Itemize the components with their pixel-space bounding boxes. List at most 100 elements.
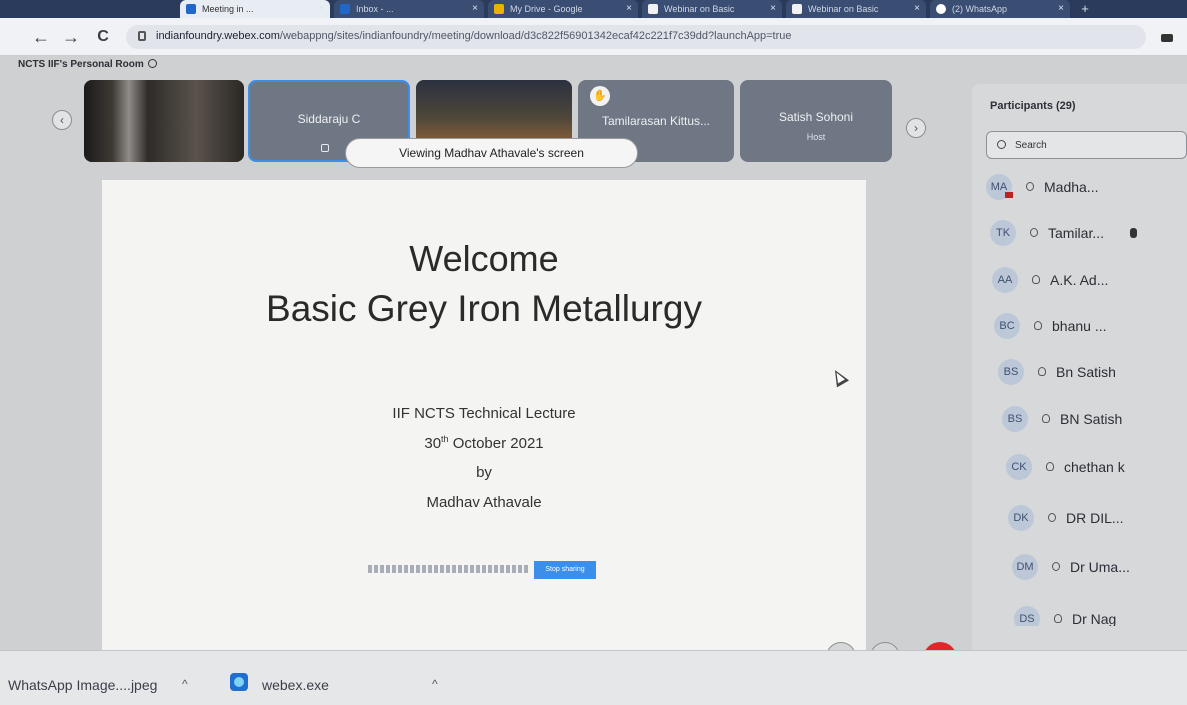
document-icon <box>648 4 658 14</box>
participant-row[interactable]: BC bhanu ... <box>994 311 1187 341</box>
close-icon[interactable]: × <box>318 0 324 18</box>
tab-webinar-1[interactable]: Webinar on Basic × <box>642 0 782 18</box>
tab-webinar-2[interactable]: Webinar on Basic × <box>786 0 926 18</box>
participants-title: Participants (29) <box>990 100 1076 112</box>
back-arrow-icon[interactable]: ← <box>30 26 52 48</box>
url-text: indianfoundry.webex.com/webappng/sites/i… <box>156 30 792 42</box>
audio-icon <box>1052 562 1060 571</box>
tab-drive[interactable]: My Drive - Google × <box>488 0 638 18</box>
microphone-icon <box>1046 462 1054 471</box>
participant-row[interactable]: DM Dr Uma... <box>1012 552 1187 582</box>
slide-presenter: Madhav Athavale <box>426 494 542 511</box>
participant-row[interactable]: DK DR DIL... <box>1008 503 1187 533</box>
avatar: TK <box>990 220 1016 246</box>
audio-icon <box>1030 228 1038 237</box>
leave-meeting-button[interactable] <box>923 642 957 650</box>
avatar: DS <box>1014 606 1040 626</box>
forward-arrow-icon[interactable]: → <box>60 26 82 48</box>
control-button[interactable] <box>870 642 900 650</box>
avatar: MA <box>986 174 1013 200</box>
url-host: indianfoundry.webex.com <box>156 30 280 42</box>
participant-row[interactable]: DS Dr Nag <box>1014 604 1187 626</box>
host-label: Host <box>806 132 826 142</box>
tab-meeting[interactable]: Meeting in ... × <box>180 0 330 18</box>
avatar: CK <box>1006 454 1032 480</box>
close-icon[interactable]: × <box>1058 0 1064 18</box>
search-icon <box>997 140 1006 149</box>
whatsapp-icon <box>936 4 946 14</box>
audio-icon <box>1026 182 1034 191</box>
avatar: DM <box>1012 554 1038 580</box>
download-item-whatsapp-image[interactable]: WhatsApp Image....jpeg <box>8 677 157 693</box>
avatar: DK <box>1008 505 1034 531</box>
microphone-icon <box>1038 367 1046 376</box>
webex-favicon-icon <box>186 4 196 14</box>
slide-title-main: Basic Grey Iron Metallurgy <box>266 288 702 329</box>
participant-name: bhanu ... <box>1052 318 1107 334</box>
control-button[interactable] <box>826 642 856 650</box>
close-icon[interactable]: × <box>770 0 776 18</box>
stop-sharing-button[interactable]: Stop sharing <box>534 561 596 579</box>
participant-video <box>84 80 244 162</box>
new-tab-button[interactable]: + <box>1076 0 1094 18</box>
participant-row[interactable]: BS Bn Satish <box>998 357 1187 387</box>
slide-by: by <box>476 464 492 481</box>
meeting-controls <box>680 642 980 650</box>
video-tile-satish-sohoni[interactable]: Satish Sohoni Host <box>740 80 892 162</box>
participant-row[interactable]: BS BN Satish <box>1002 404 1187 434</box>
slide-title-welcome: Welcome <box>409 238 559 279</box>
reload-icon[interactable]: C <box>92 26 114 48</box>
drive-icon <box>494 4 504 14</box>
mail-icon <box>340 4 350 14</box>
address-bar[interactable]: indianfoundry.webex.com/webappng/sites/i… <box>126 25 1146 49</box>
chevron-up-icon[interactable]: ^ <box>432 677 438 691</box>
participants-search[interactable] <box>986 131 1187 159</box>
close-icon[interactable]: × <box>914 0 920 18</box>
slide-subtitle: IIF NCTS Technical Lecture <box>392 405 576 422</box>
screen-share-banner: Stop sharing <box>368 561 630 579</box>
participant-name: Bn Satish <box>1056 364 1116 380</box>
chevron-up-icon[interactable]: ^ <box>182 677 188 691</box>
participant-name: BN Satish <box>1060 411 1123 427</box>
carousel-prev-button[interactable]: ‹ <box>52 110 72 130</box>
participant-row[interactable]: AA A.K. Ad... <box>992 265 1187 295</box>
carousel-next-button[interactable]: › <box>906 118 926 138</box>
participant-row[interactable]: TK Tamilar... <box>990 218 1187 248</box>
video-tile[interactable] <box>84 80 244 162</box>
avatar: BS <box>1002 406 1028 432</box>
download-item-webex[interactable]: webex.exe <box>262 677 329 693</box>
participant-name: Madha... <box>1044 179 1099 195</box>
audio-icon <box>1048 513 1056 522</box>
search-input[interactable] <box>1015 136 1175 154</box>
close-icon[interactable]: × <box>626 0 632 18</box>
tile-name: Satish Sohoni <box>778 110 854 124</box>
microphone-icon <box>321 144 329 152</box>
participant-row[interactable]: MA Madha... <box>986 172 1186 202</box>
tile-name: Tamilarasan Kittus... <box>601 114 711 128</box>
document-icon <box>792 4 802 14</box>
avatar: BC <box>994 313 1020 339</box>
extension-icon[interactable] <box>1161 34 1173 42</box>
tab-inbox[interactable]: Inbox - ... × <box>334 0 484 18</box>
avatar: AA <box>992 267 1018 293</box>
hide-link[interactable] <box>602 565 622 573</box>
participant-name: Tamilar... <box>1048 225 1105 241</box>
hand-raise-icon: ✋ <box>590 86 610 106</box>
downloads-bar: WhatsApp Image....jpeg ^ webex.exe ^ <box>0 650 1187 705</box>
hand-raise-icon <box>1130 228 1137 238</box>
tab-whatsapp[interactable]: (2) WhatsApp × <box>930 0 1070 18</box>
microphone-icon <box>1054 614 1062 623</box>
participant-row[interactable]: CK chethan k <box>1006 452 1187 482</box>
participant-name: Dr Nag <box>1072 611 1117 626</box>
info-icon[interactable] <box>147 59 157 68</box>
microphone-icon <box>1032 275 1040 284</box>
lock-icon <box>138 31 146 41</box>
slide-date: 30th October 2021 <box>424 434 544 452</box>
close-icon[interactable]: × <box>472 0 478 18</box>
browser-tab-strip: Meeting in ... × Inbox - ... × My Drive … <box>0 0 1187 18</box>
participant-name: Dr Uma... <box>1070 559 1130 575</box>
avatar: BS <box>998 359 1024 385</box>
webex-app-icon <box>230 673 248 691</box>
browser-toolbar: ← → C indianfoundry.webex.com/webappng/s… <box>0 18 1187 56</box>
microphone-icon <box>1042 414 1050 423</box>
